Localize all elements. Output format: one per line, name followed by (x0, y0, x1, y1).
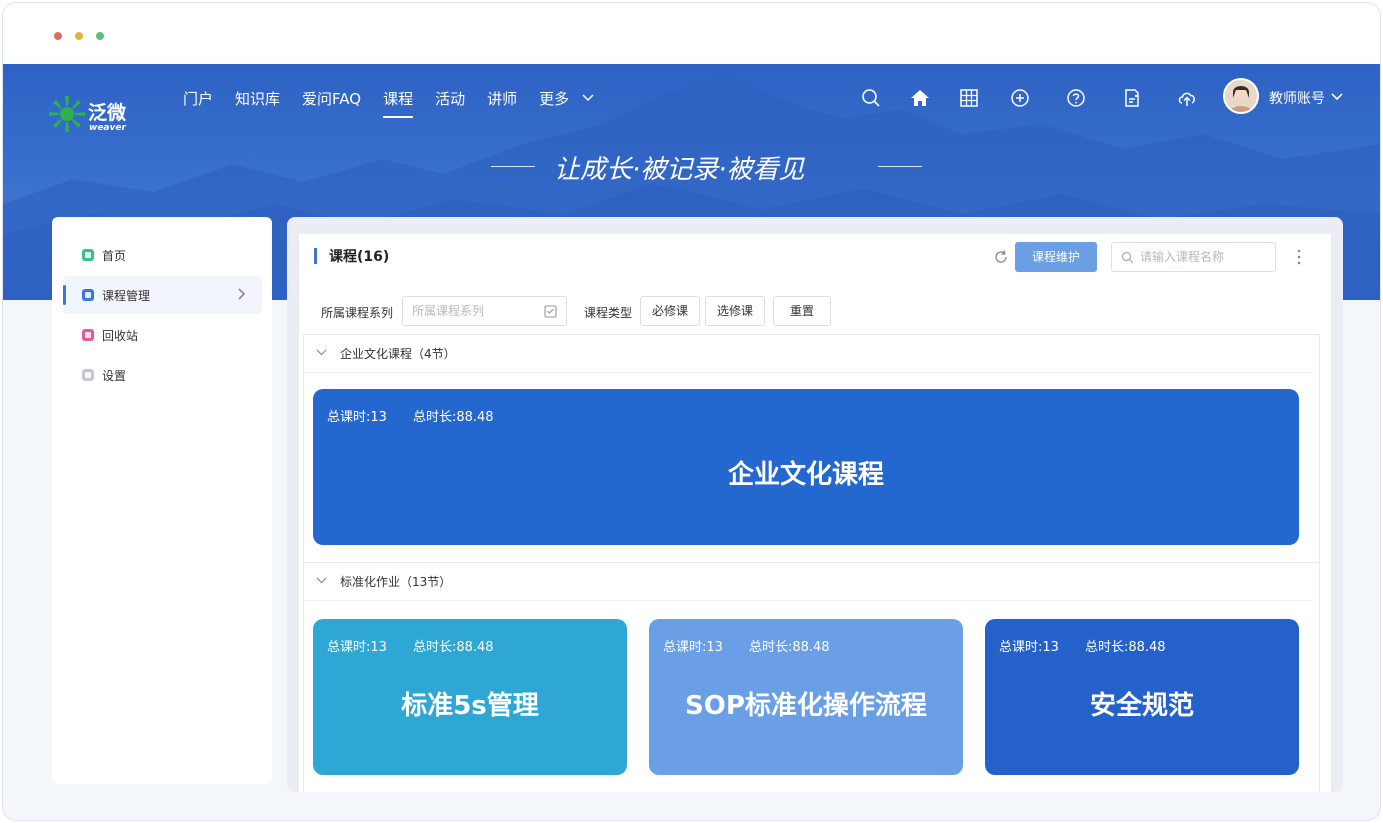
card-total-duration: 总时长:88.48 (748, 640, 830, 655)
refresh-icon[interactable] (993, 249, 1009, 265)
elective-course-chip[interactable]: 选修课 (705, 296, 765, 326)
account-label: 教师账号 (1269, 91, 1325, 107)
slogan-text: 让成长·被记录·被看见 (554, 155, 805, 185)
grid-icon[interactable] (958, 87, 980, 109)
series-filter-label: 所属课程系列 (321, 306, 394, 320)
sidebar-item-label: 回收站 (102, 328, 139, 343)
nav-item-activities[interactable]: 活动 (435, 88, 465, 118)
nav-item-courses[interactable]: 课程 (383, 88, 414, 118)
group-title: 标准化作业（13节） (340, 575, 452, 589)
home-page-icon (82, 249, 94, 261)
card-title: 安全规范 (1089, 691, 1194, 721)
search-icon[interactable] (860, 87, 882, 109)
sidebar-item-label: 首页 (102, 248, 127, 263)
reset-button[interactable]: 重置 (773, 296, 831, 326)
card-meta: 总课时:13 总时长:88.48 (327, 636, 494, 655)
group-title: 企业文化课程（4节） (340, 347, 456, 361)
card-total-hours: 总课时:13 (663, 640, 723, 655)
help-icon[interactable] (1065, 87, 1087, 109)
sidebar: 首页 课程管理 回收站 设置 (52, 217, 272, 784)
sidebar-item-label: 设置 (102, 368, 127, 383)
nav-more-label: 更多 (539, 90, 570, 108)
avatar-image (1225, 80, 1257, 112)
nav-item-more[interactable]: 更多 (539, 88, 594, 118)
search-icon (1121, 251, 1134, 264)
card-total-hours: 总课时:13 (327, 640, 387, 655)
sidebar-item-home[interactable]: 首页 (63, 236, 262, 274)
add-circle-icon[interactable] (1009, 87, 1031, 109)
slogan-divider-left (491, 166, 535, 167)
chevron-down-icon (1331, 93, 1344, 101)
sidebar-item-course-management[interactable]: 课程管理 (63, 276, 262, 314)
sidebar-item-settings[interactable]: 设置 (63, 356, 262, 394)
course-management-icon (82, 289, 94, 301)
select-list-icon (544, 305, 557, 318)
minimize-window-dot[interactable] (75, 32, 83, 40)
logo-text: 泛微 (88, 102, 127, 124)
series-filter-placeholder: 所属课程系列 (412, 304, 485, 318)
sidebar-item-label: 课程管理 (102, 288, 151, 303)
card-title: 标准5s管理 (401, 691, 539, 721)
nav-item-portal[interactable]: 门户 (183, 88, 213, 118)
card-meta: 总课时:13 总时长:88.48 (999, 636, 1166, 655)
maximize-window-dot[interactable] (96, 32, 104, 40)
chevron-right-icon (238, 288, 245, 300)
course-maintenance-button[interactable]: 课程维护 (1015, 242, 1097, 272)
nav-item-faq[interactable]: 爱问FAQ (302, 88, 361, 118)
search-placeholder: 请输入课程名称 (1140, 250, 1225, 264)
type-filter-label: 课程类型 (584, 306, 633, 320)
recycle-bin-icon (82, 329, 94, 341)
course-search-input[interactable]: 请输入课程名称 (1111, 242, 1276, 272)
avatar[interactable] (1223, 78, 1259, 114)
chevron-down-icon (582, 94, 594, 102)
home-icon[interactable] (909, 87, 931, 109)
page-title: 课程(16) (314, 246, 389, 266)
card-total-hours: 总课时:13 (999, 640, 1059, 655)
title-bar (3, 3, 1380, 64)
course-card-5s[interactable]: 总课时:13 总时长:88.48 标准5s管理 (313, 619, 627, 775)
logo-subtext: weaver (89, 123, 126, 133)
account-menu[interactable]: 教师账号 (1269, 88, 1344, 108)
card-total-duration: 总时长:88.48 (412, 640, 494, 655)
chevron-down-icon (316, 349, 327, 356)
card-meta: 总课时:13 总时长:88.48 (327, 406, 494, 425)
top-nav: 门户 知识库 爱问FAQ 课程 活动 讲师 更多 (183, 88, 616, 118)
card-title: SOP标准化操作流程 (685, 691, 927, 721)
sidebar-item-recycle-bin[interactable]: 回收站 (63, 316, 262, 354)
card-meta: 总课时:13 总时长:88.48 (663, 636, 830, 655)
app-window: 泛微 weaver 门户 知识库 爱问FAQ 课程 活动 讲师 更多 教师账号 … (2, 2, 1381, 821)
nav-item-knowledge[interactable]: 知识库 (235, 88, 280, 118)
nav-item-lecturers[interactable]: 讲师 (487, 88, 517, 118)
required-course-chip[interactable]: 必修课 (640, 296, 700, 326)
course-card-culture[interactable]: 总课时:13 总时长:88.48 企业文化课程 (313, 389, 1299, 545)
group-header-standard-ops[interactable]: 标准化作业（13节） (304, 563, 1312, 601)
card-title: 企业文化课程 (727, 460, 884, 490)
close-window-dot[interactable] (54, 32, 62, 40)
card-total-hours: 总课时:13 (327, 410, 387, 425)
more-options-icon[interactable] (1293, 248, 1305, 266)
course-card-safety[interactable]: 总课时:13 总时长:88.48 安全规范 (985, 619, 1299, 775)
course-card-sop[interactable]: 总课时:13 总时长:88.48 SOP标准化操作流程 (649, 619, 963, 775)
settings-icon (82, 369, 94, 381)
chevron-down-icon (316, 577, 327, 584)
slogan-divider-right (878, 166, 922, 167)
group-header-culture[interactable]: 企业文化课程（4节） (304, 335, 1312, 373)
card-total-duration: 总时长:88.48 (1084, 640, 1166, 655)
series-filter-input[interactable]: 所属课程系列 (402, 296, 567, 326)
card-total-duration: 总时长:88.48 (412, 410, 494, 425)
cloud-upload-icon[interactable] (1176, 87, 1198, 109)
notepad-icon[interactable] (1121, 87, 1143, 109)
